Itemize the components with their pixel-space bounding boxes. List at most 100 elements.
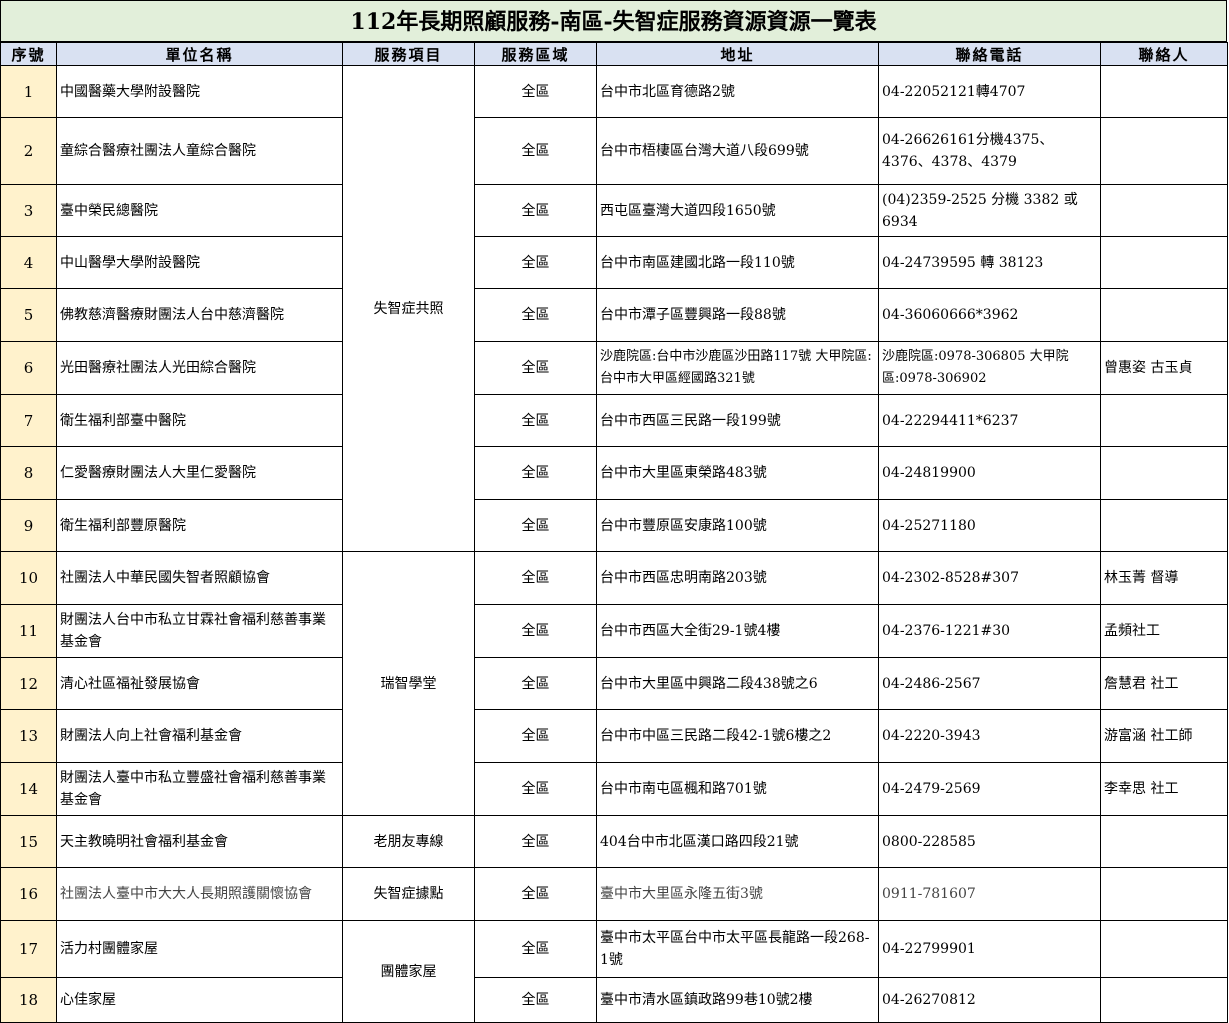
phone-cell[interactable]: 04-2376-1221#30 [878, 604, 1101, 658]
unit-cell[interactable]: 清心社區福祉發展協會 [56, 657, 343, 710]
contact-cell[interactable] [1100, 184, 1228, 237]
contact-cell[interactable] [1100, 815, 1228, 868]
header-seq[interactable]: 序號 [0, 42, 57, 66]
service-cell[interactable]: 團體家屋 [342, 920, 475, 1023]
service-cell[interactable]: 瑞智學堂 [342, 551, 475, 816]
phone-cell[interactable]: 04-22052121轉4707 [878, 65, 1101, 118]
unit-cell[interactable]: 佛教慈濟醫療財團法人台中慈濟醫院 [56, 288, 343, 342]
area-cell[interactable]: 全區 [474, 394, 597, 447]
area-cell[interactable]: 全區 [474, 236, 597, 289]
area-cell[interactable]: 全區 [474, 117, 597, 185]
unit-cell[interactable]: 光田醫療社團法人光田綜合醫院 [56, 341, 343, 395]
area-cell[interactable]: 全區 [474, 551, 597, 605]
area-cell[interactable]: 全區 [474, 341, 597, 395]
area-cell[interactable]: 全區 [474, 604, 597, 658]
unit-cell[interactable]: 財團法人向上社會福利基金會 [56, 709, 343, 763]
phone-cell[interactable]: 沙鹿院區:0978-306805 大甲院區:0978-306902 [878, 341, 1101, 395]
address-cell[interactable]: 台中市豐原區安康路100號 [596, 499, 879, 552]
contact-cell[interactable] [1100, 977, 1228, 1023]
phone-cell[interactable]: 04-26626161分機4375、4376、4378、4379 [878, 117, 1101, 185]
header-area[interactable]: 服務區域 [474, 42, 597, 66]
address-cell[interactable]: 西屯區臺灣大道四段1650號 [596, 184, 879, 237]
contact-cell[interactable] [1100, 236, 1228, 289]
seq-cell[interactable]: 18 [0, 977, 57, 1023]
address-cell[interactable]: 台中市中區三民路二段42-1號6樓之2 [596, 709, 879, 763]
contact-cell[interactable]: 曾惠姿 古玉貞 [1100, 341, 1228, 395]
address-cell[interactable]: 沙鹿院區:台中市沙鹿區沙田路117號 大甲院區:台中市大甲區經國路321號 [596, 341, 879, 395]
area-cell[interactable]: 全區 [474, 762, 597, 816]
seq-cell[interactable]: 4 [0, 236, 57, 289]
unit-cell[interactable]: 社團法人中華民國失智者照顧協會 [56, 551, 343, 605]
contact-cell[interactable] [1100, 117, 1228, 185]
seq-cell[interactable]: 8 [0, 446, 57, 500]
address-cell[interactable]: 台中市南區建國北路一段110號 [596, 236, 879, 289]
contact-cell[interactable] [1100, 867, 1228, 921]
address-cell[interactable]: 臺中市大里區永隆五街3號 [596, 867, 879, 921]
contact-cell[interactable] [1100, 446, 1228, 500]
seq-cell[interactable]: 11 [0, 604, 57, 658]
service-cell[interactable]: 老朋友專線 [342, 815, 475, 868]
seq-cell[interactable]: 15 [0, 815, 57, 868]
phone-cell[interactable]: 04-2479-2569 [878, 762, 1101, 816]
header-service[interactable]: 服務項目 [342, 42, 475, 66]
unit-cell[interactable]: 天主教曉明社會福利基金會 [56, 815, 343, 868]
header-unit[interactable]: 單位名稱 [56, 42, 343, 66]
phone-cell[interactable]: 04-26270812 [878, 977, 1101, 1023]
contact-cell[interactable] [1100, 65, 1228, 118]
phone-cell[interactable]: 04-24739595 轉 38123 [878, 236, 1101, 289]
phone-cell[interactable]: 04-36060666*3962 [878, 288, 1101, 342]
contact-cell[interactable] [1100, 288, 1228, 342]
seq-cell[interactable]: 12 [0, 657, 57, 710]
phone-cell[interactable]: 0800-228585 [878, 815, 1101, 868]
address-cell[interactable]: 臺中市太平區台中市太平區長龍路一段268-1號 [596, 920, 879, 978]
phone-cell[interactable]: 04-2486-2567 [878, 657, 1101, 710]
seq-cell[interactable]: 14 [0, 762, 57, 816]
unit-cell[interactable]: 臺中榮民總醫院 [56, 184, 343, 237]
unit-cell[interactable]: 衛生福利部豐原醫院 [56, 499, 343, 552]
header-address[interactable]: 地址 [596, 42, 879, 66]
address-cell[interactable]: 台中市西區大全街29-1號4樓 [596, 604, 879, 658]
unit-cell[interactable]: 中山醫學大學附設醫院 [56, 236, 343, 289]
unit-cell[interactable]: 中國醫藥大學附設醫院 [56, 65, 343, 118]
phone-cell[interactable]: 04-22294411*6237 [878, 394, 1101, 447]
area-cell[interactable]: 全區 [474, 709, 597, 763]
unit-cell[interactable]: 仁愛醫療財團法人大里仁愛醫院 [56, 446, 343, 500]
unit-cell[interactable]: 心佳家屋 [56, 977, 343, 1023]
area-cell[interactable]: 全區 [474, 446, 597, 500]
unit-cell[interactable]: 衛生福利部臺中醫院 [56, 394, 343, 447]
phone-cell[interactable]: 04-2220-3943 [878, 709, 1101, 763]
seq-cell[interactable]: 2 [0, 117, 57, 185]
seq-cell[interactable]: 3 [0, 184, 57, 237]
phone-cell[interactable]: 04-2302-8528#307 [878, 551, 1101, 605]
seq-cell[interactable]: 7 [0, 394, 57, 447]
phone-cell[interactable]: 0911-781607 [878, 867, 1101, 921]
header-phone[interactable]: 聯絡電話 [878, 42, 1101, 66]
area-cell[interactable]: 全區 [474, 867, 597, 921]
service-cell[interactable]: 失智症共照 [342, 65, 475, 552]
address-cell[interactable]: 台中市大里區東榮路483號 [596, 446, 879, 500]
address-cell[interactable]: 台中市北區育德路2號 [596, 65, 879, 118]
seq-cell[interactable]: 1 [0, 65, 57, 118]
unit-cell[interactable]: 財團法人臺中市私立豐盛社會福利慈善事業基金會 [56, 762, 343, 816]
address-cell[interactable]: 台中市南屯區楓和路701號 [596, 762, 879, 816]
contact-cell[interactable] [1100, 920, 1228, 978]
area-cell[interactable]: 全區 [474, 65, 597, 118]
address-cell[interactable]: 臺中市清水區鎮政路99巷10號2樓 [596, 977, 879, 1023]
address-cell[interactable]: 台中市西區忠明南路203號 [596, 551, 879, 605]
area-cell[interactable]: 全區 [474, 499, 597, 552]
contact-cell[interactable] [1100, 394, 1228, 447]
area-cell[interactable]: 全區 [474, 920, 597, 978]
area-cell[interactable]: 全區 [474, 977, 597, 1023]
address-cell[interactable]: 404台中市北區漢口路四段21號 [596, 815, 879, 868]
seq-cell[interactable]: 10 [0, 551, 57, 605]
phone-cell[interactable]: (04)2359-2525 分機 3382 或 6934 [878, 184, 1101, 237]
address-cell[interactable]: 台中市潭子區豐興路一段88號 [596, 288, 879, 342]
seq-cell[interactable]: 5 [0, 288, 57, 342]
seq-cell[interactable]: 17 [0, 920, 57, 978]
address-cell[interactable]: 台中市大里區中興路二段438號之6 [596, 657, 879, 710]
contact-cell[interactable]: 孟頻社工 [1100, 604, 1228, 658]
service-cell[interactable]: 失智症據點 [342, 867, 475, 921]
area-cell[interactable]: 全區 [474, 184, 597, 237]
unit-cell[interactable]: 財團法人台中市私立甘霖社會福利慈善事業基金會 [56, 604, 343, 658]
seq-cell[interactable]: 16 [0, 867, 57, 921]
